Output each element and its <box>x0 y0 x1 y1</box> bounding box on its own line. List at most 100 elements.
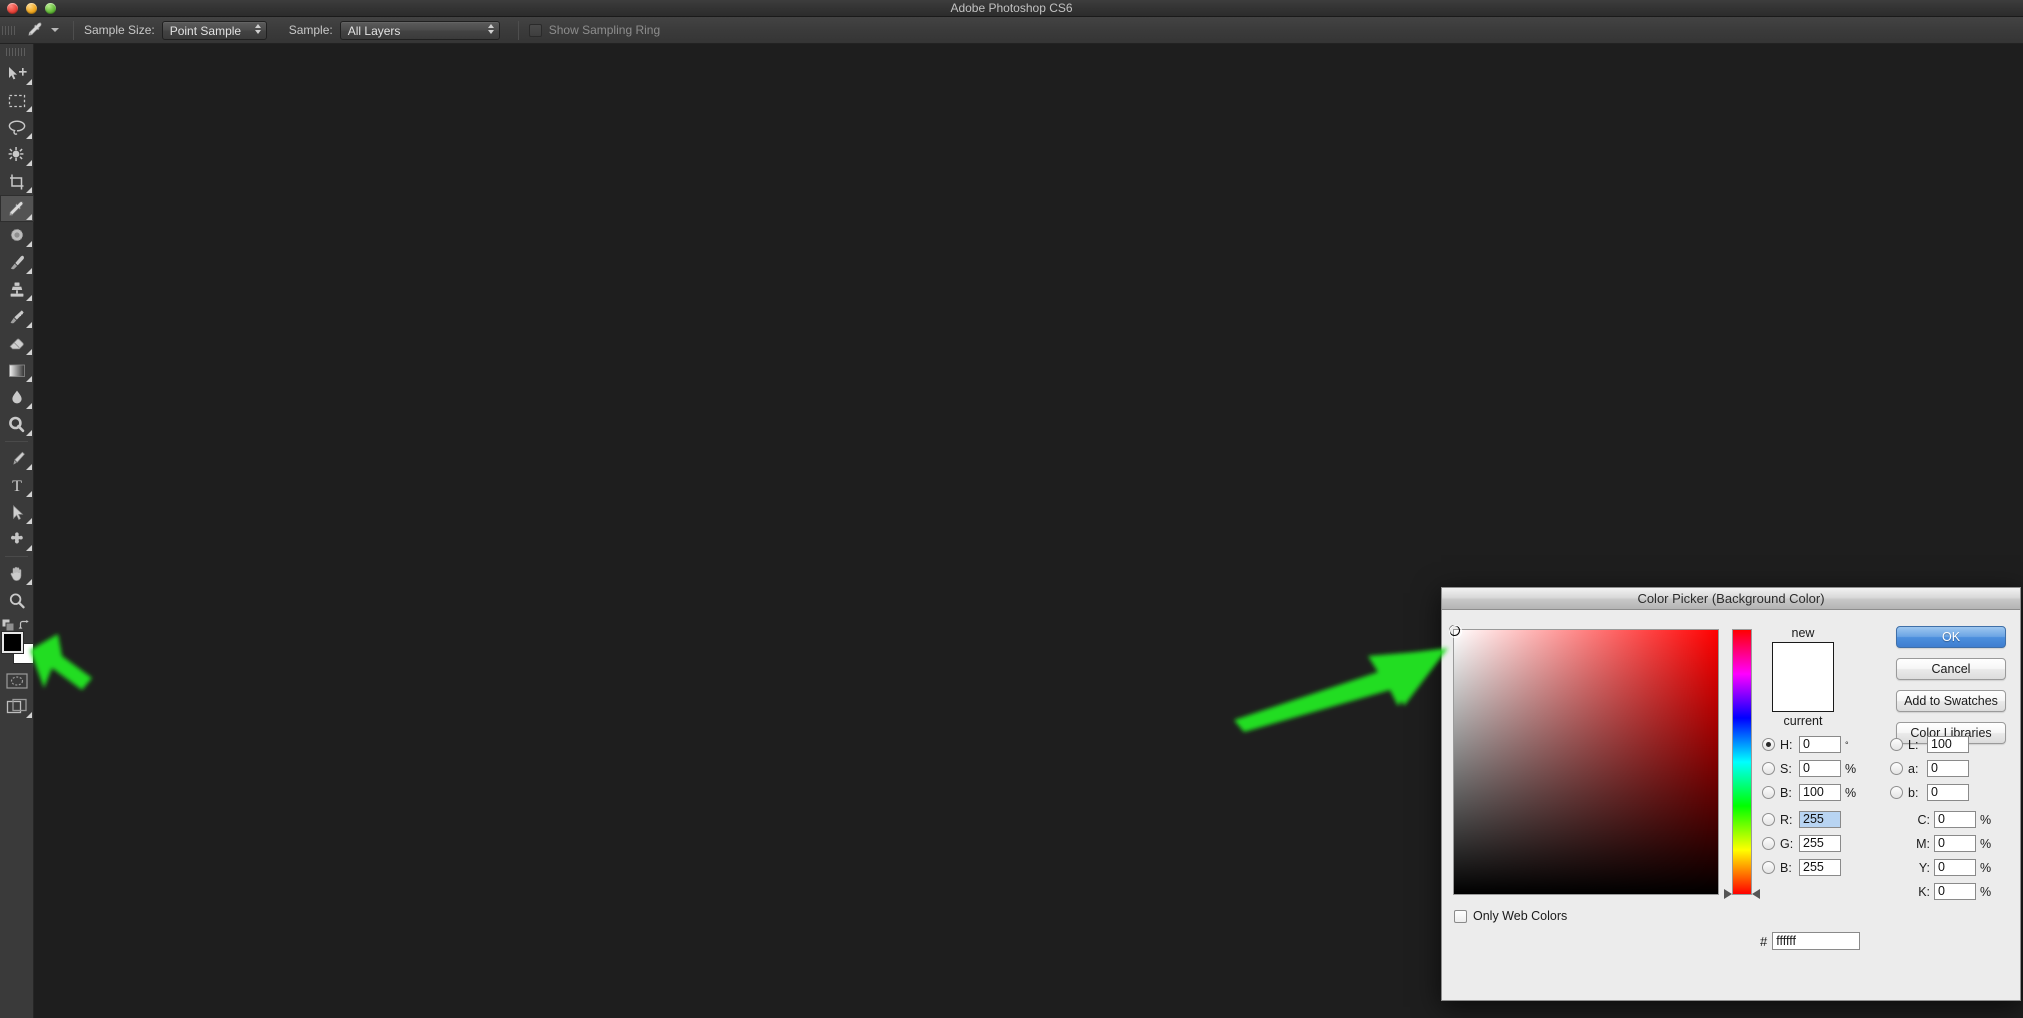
show-sampling-ring-label: Show Sampling Ring <box>549 23 660 37</box>
magenta-input[interactable]: 0 <box>1934 835 1976 852</box>
red-row[interactable]: R: 255 <box>1762 811 1857 828</box>
brightness-radio[interactable] <box>1762 786 1775 799</box>
hue-row[interactable]: H: 0 ° <box>1762 736 1857 753</box>
sidebar-item-quick-selection-tool[interactable] <box>0 141 34 168</box>
ok-button[interactable]: OK <box>1896 626 2006 648</box>
lab-a-input[interactable]: 0 <box>1927 760 1969 777</box>
sidebar-item-eraser-tool[interactable] <box>0 330 34 357</box>
cyan-row[interactable]: C: 0 % <box>1890 811 1992 828</box>
green-input[interactable]: 255 <box>1799 835 1841 852</box>
hue-slider-marker-left[interactable] <box>1724 889 1732 899</box>
quick-mask-button[interactable] <box>0 668 34 694</box>
only-web-colors-checkbox[interactable] <box>1454 910 1467 923</box>
blue-radio[interactable] <box>1762 861 1775 874</box>
hue-radio[interactable] <box>1762 738 1775 751</box>
saturation-radio[interactable] <box>1762 762 1775 775</box>
sidebar-item-brush-tool[interactable] <box>0 249 34 276</box>
options-bar-grip[interactable] <box>2 17 16 44</box>
hue-slider[interactable] <box>1732 629 1752 895</box>
color-picker-titlebar[interactable]: Color Picker (Background Color) <box>1442 588 2020 610</box>
brightness-row[interactable]: B: 100 % <box>1762 784 1857 801</box>
hex-prefix: # <box>1760 934 1767 949</box>
black-row[interactable]: K: 0 % <box>1890 883 1992 900</box>
yellow-input[interactable]: 0 <box>1934 859 1976 876</box>
sidebar-item-gradient-tool[interactable] <box>0 357 34 384</box>
color-field-marker[interactable] <box>1449 625 1460 636</box>
flyout-triangle-icon <box>26 349 32 355</box>
hex-input[interactable]: ffffff <box>1772 932 1860 950</box>
lightness-input[interactable]: 100 <box>1927 736 1969 753</box>
sidebar-item-zoom-tool[interactable] <box>0 587 34 614</box>
sidebar-item-path-selection-tool[interactable] <box>0 499 34 526</box>
lab-b-row[interactable]: b: 0 <box>1890 784 1992 801</box>
sidebar-item-marquee-tool[interactable] <box>0 87 34 114</box>
black-input[interactable]: 0 <box>1934 883 1976 900</box>
hex-row[interactable]: # ffffff <box>1760 932 1860 950</box>
sidebar-item-lasso-tool[interactable] <box>0 114 34 141</box>
show-sampling-ring-checkbox[interactable] <box>529 24 542 37</box>
screen-mode-button[interactable] <box>0 694 34 720</box>
sidebar-item-pen-tool[interactable] <box>0 445 34 472</box>
new-color-swatch[interactable] <box>1772 642 1834 712</box>
blue-row[interactable]: B: 255 <box>1762 859 1857 876</box>
color-picker-body: new current OK Cancel Add to Swatches Co… <box>1442 610 2020 1001</box>
sidebar-item-move-tool[interactable] <box>0 60 34 87</box>
sample-stepper[interactable] <box>488 24 494 34</box>
sidebar-item-clone-stamp-tool[interactable] <box>0 276 34 303</box>
app-title: Adobe Photoshop CS6 <box>0 0 2023 17</box>
magenta-row[interactable]: M: 0 % <box>1890 835 1992 852</box>
default-colors-icon[interactable] <box>2 618 14 630</box>
sample-select[interactable]: All Layers <box>340 21 500 40</box>
sample-size-select[interactable]: Point Sample <box>162 21 267 40</box>
add-to-swatches-button[interactable]: Add to Swatches <box>1896 690 2006 712</box>
hsb-rgb-fields: H: 0 ° S: 0 % B: 100 % R: 255 <box>1762 736 1857 883</box>
green-row[interactable]: G: 255 <box>1762 835 1857 852</box>
flyout-triangle-icon <box>26 403 32 409</box>
sidebar-item-blur-tool[interactable] <box>0 384 34 411</box>
show-sampling-ring-row[interactable]: Show Sampling Ring <box>529 23 660 37</box>
yellow-row[interactable]: Y: 0 % <box>1890 859 1992 876</box>
cancel-button[interactable]: Cancel <box>1896 658 2006 680</box>
lab-cmyk-fields: L: 100 a: 0 b: 0 C: 0 % <box>1890 736 1992 907</box>
lightness-row[interactable]: L: 100 <box>1890 736 1992 753</box>
blue-input[interactable]: 255 <box>1799 859 1841 876</box>
sidebar-item-history-brush-tool[interactable] <box>0 303 34 330</box>
saturation-row[interactable]: S: 0 % <box>1762 760 1857 777</box>
lightness-radio[interactable] <box>1890 738 1903 751</box>
sidebar-item-custom-shape-tool[interactable] <box>0 526 34 553</box>
hue-slider-marker-right[interactable] <box>1752 889 1760 899</box>
type-t-icon: T <box>7 477 27 495</box>
stepper-up-icon <box>488 24 494 28</box>
lab-a-radio[interactable] <box>1890 762 1903 775</box>
lab-a-row[interactable]: a: 0 <box>1890 760 1992 777</box>
magnifier-icon <box>7 592 27 610</box>
sample-size-stepper[interactable] <box>255 24 261 34</box>
red-radio[interactable] <box>1762 813 1775 826</box>
eyedropper-icon <box>26 21 46 39</box>
brightness-input[interactable]: 100 <box>1799 784 1841 801</box>
color-picker-title: Color Picker (Background Color) <box>1637 591 1824 606</box>
sidebar-item-hand-tool[interactable] <box>0 560 34 587</box>
red-input[interactable]: 255 <box>1799 811 1841 828</box>
svg-text:T: T <box>12 478 22 495</box>
foreground-color-swatch[interactable] <box>2 632 23 653</box>
sidebar-item-crop-tool[interactable] <box>0 168 34 195</box>
sidebar-item-spot-healing-brush-tool[interactable] <box>0 222 34 249</box>
cyan-input[interactable]: 0 <box>1934 811 1976 828</box>
lab-b-radio[interactable] <box>1890 786 1903 799</box>
sidebar-item-type-tool[interactable]: T <box>0 472 34 499</box>
lab-b-input[interactable]: 0 <box>1927 784 1969 801</box>
magenta-label: M: <box>1908 837 1930 851</box>
tools-panel-grip[interactable] <box>6 46 27 58</box>
saturation-brightness-field[interactable] <box>1453 629 1719 895</box>
swap-colors-icon[interactable] <box>18 618 31 630</box>
flyout-triangle-icon <box>26 133 32 139</box>
green-radio[interactable] <box>1762 837 1775 850</box>
hue-input[interactable]: 0 <box>1799 736 1841 753</box>
sidebar-item-dodge-tool[interactable] <box>0 411 34 438</box>
only-web-colors-row[interactable]: Only Web Colors <box>1454 909 1567 923</box>
brush-icon <box>7 254 27 272</box>
saturation-input[interactable]: 0 <box>1799 760 1841 777</box>
sidebar-item-eyedropper-tool[interactable] <box>0 195 34 222</box>
tool-preset-picker[interactable] <box>22 19 63 41</box>
